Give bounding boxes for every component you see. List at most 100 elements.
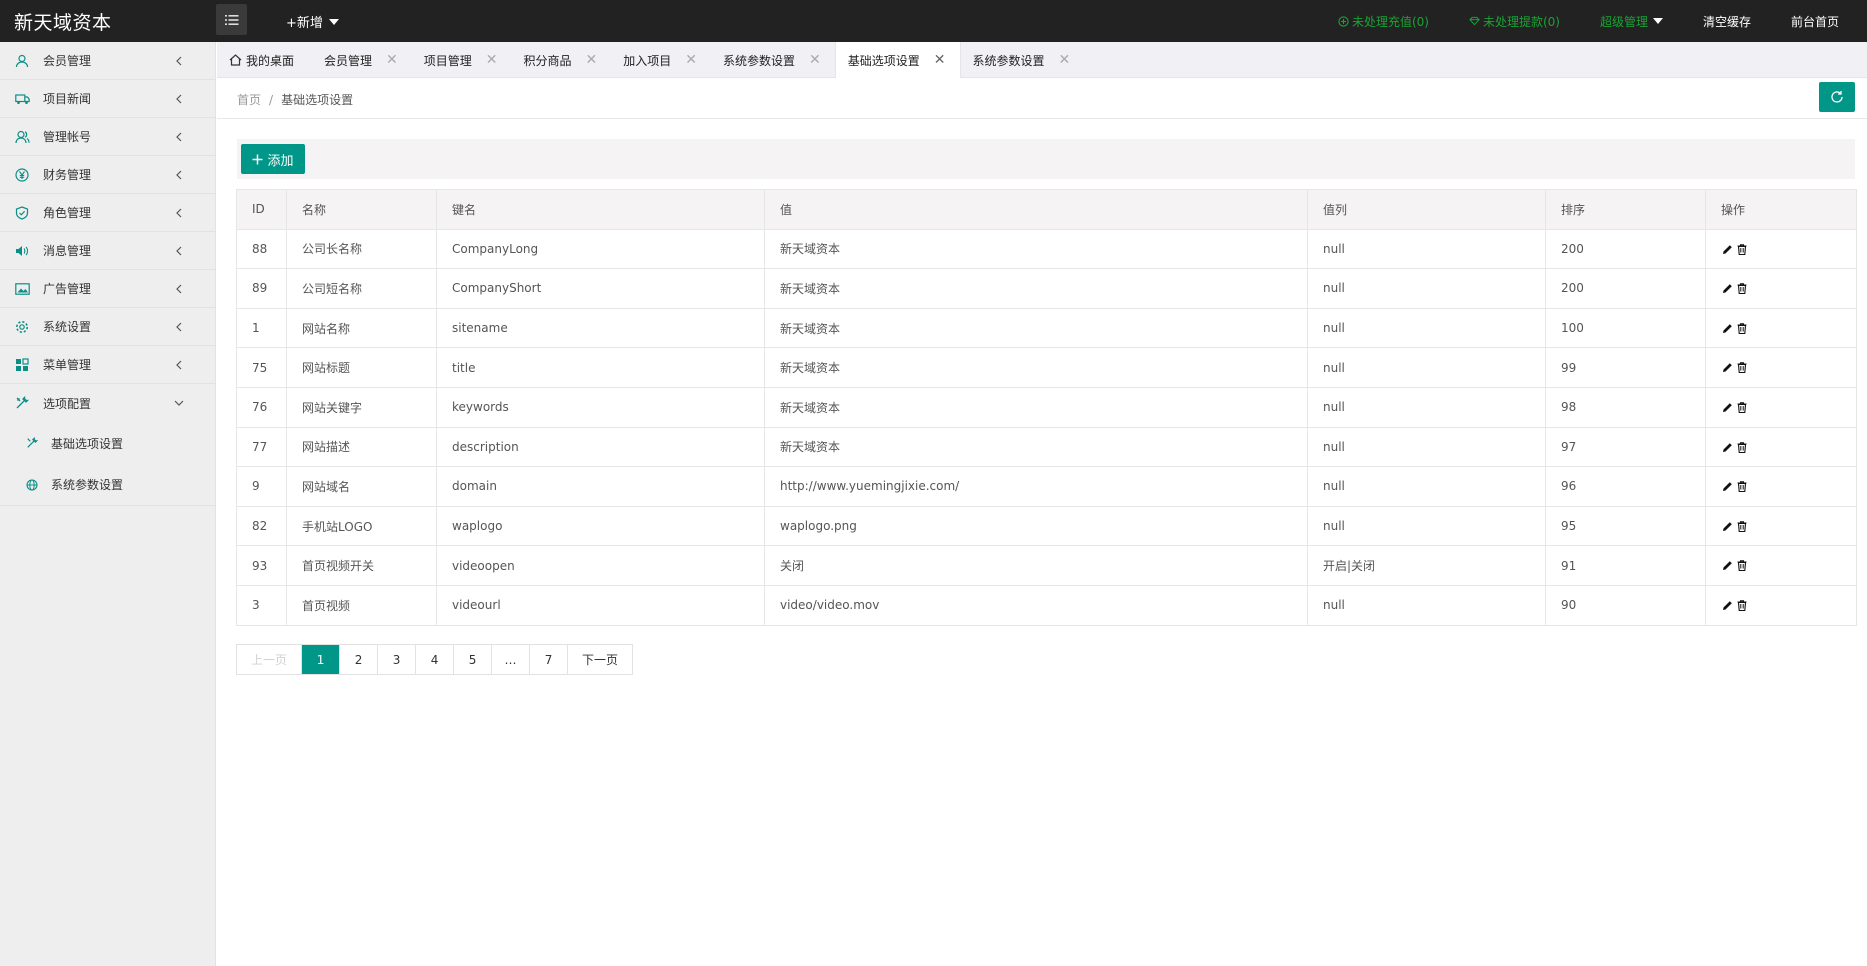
sidebar-item-menus[interactable]: 菜单管理 (0, 346, 215, 384)
cell-id: 75 (236, 347, 287, 388)
sidebar-item-options[interactable]: 选项配置 (0, 384, 215, 422)
cell-key: description (436, 426, 765, 468)
trash-icon[interactable] (1735, 242, 1749, 256)
tab-projects[interactable]: 项目管理 ✕ (412, 42, 512, 78)
trash-icon[interactable] (1735, 361, 1749, 375)
close-icon[interactable]: ✕ (586, 53, 598, 67)
tab-desktop[interactable]: 我的桌面 (217, 42, 312, 78)
tab-join-project[interactable]: 加入项目 ✕ (611, 42, 711, 78)
trash-icon[interactable] (1735, 401, 1749, 415)
page-button[interactable]: 1 (302, 645, 341, 674)
trash-icon[interactable] (1735, 559, 1749, 573)
pending-recharge-link[interactable]: 未处理充值(0) (1318, 13, 1449, 30)
edit-icon[interactable] (1720, 559, 1734, 573)
cell-value: 新天域资本 (764, 228, 1308, 270)
brand-logo[interactable]: 新天域资本 (14, 8, 112, 35)
close-icon[interactable]: ✕ (1059, 53, 1071, 67)
breadcrumb: 首页 / 基础选项设置 (237, 91, 353, 108)
cell-actions (1705, 307, 1857, 349)
page-button[interactable]: 2 (340, 645, 379, 674)
cell-actions (1705, 505, 1857, 547)
sidebar-item-messages[interactable]: 消息管理 (0, 232, 215, 270)
home-icon (229, 54, 242, 66)
cell-value-list: 开启|关闭 (1307, 545, 1546, 586)
cell-key: CompanyShort (436, 268, 765, 309)
pending-withdraw-link[interactable]: 未处理提款(0) (1449, 13, 1580, 30)
refresh-button[interactable] (1819, 82, 1855, 112)
close-icon[interactable]: ✕ (486, 53, 498, 67)
edit-icon[interactable] (1720, 242, 1734, 256)
close-icon[interactable]: ✕ (386, 53, 398, 67)
sidebar-item-label: 系统设置 (43, 320, 92, 334)
tab-system-params-2[interactable]: 系统参数设置 ✕ (961, 42, 1085, 78)
tools-icon (26, 437, 38, 449)
cell-name: 网站域名 (286, 466, 437, 507)
close-icon[interactable]: ✕ (934, 53, 946, 67)
trash-icon[interactable] (1735, 282, 1749, 296)
sidebar-item-members[interactable]: 会员管理 (0, 42, 215, 80)
tab-basic-options[interactable]: 基础选项设置 ✕ (834, 42, 961, 78)
trash-icon[interactable] (1735, 440, 1749, 454)
cell-name: 手机站LOGO (286, 505, 437, 547)
table-row: 82 手机站LOGO waplogo waplogo.png null 95 (236, 505, 1857, 547)
cell-value: 新天域资本 (764, 426, 1308, 468)
column-header: ID (236, 189, 287, 230)
page-button[interactable]: 3 (378, 645, 417, 674)
menu-toggle-button[interactable] (216, 4, 247, 35)
edit-icon[interactable] (1720, 282, 1734, 296)
edit-icon[interactable] (1720, 401, 1734, 415)
sidebar-item-label: 广告管理 (43, 282, 92, 296)
close-icon[interactable]: ✕ (685, 53, 697, 67)
clear-cache-link[interactable]: 清空缓存 (1683, 13, 1771, 30)
tools-icon (14, 395, 30, 411)
frontend-home-link[interactable]: 前台首页 (1771, 13, 1867, 30)
tab-bar: 我的桌面 会员管理 ✕ 项目管理 ✕ 积分商品 ✕ 加入项目 ✕ 系统参数设置 … (217, 42, 1867, 78)
page-button[interactable]: 5 (454, 645, 493, 674)
cell-value: 新天域资本 (764, 347, 1308, 388)
tab-label: 系统参数设置 (972, 53, 1045, 68)
edit-icon[interactable] (1720, 321, 1734, 335)
shield-check-icon (14, 205, 30, 221)
breadcrumb-home[interactable]: 首页 (237, 93, 261, 107)
edit-icon[interactable] (1720, 598, 1734, 612)
edit-icon[interactable] (1720, 361, 1734, 375)
cell-value-list: null (1307, 426, 1546, 468)
page-button[interactable]: 7 (530, 645, 569, 674)
page-button[interactable]: 4 (416, 645, 455, 674)
cell-sort: 200 (1545, 268, 1706, 309)
sidebar-item-system-settings[interactable]: 系统设置 (0, 308, 215, 346)
tab-system-params[interactable]: 系统参数设置 ✕ (711, 42, 835, 78)
close-icon[interactable]: ✕ (809, 53, 821, 67)
sidebar-subitem-system-params[interactable]: 系统参数设置 (0, 464, 215, 506)
edit-icon[interactable] (1720, 519, 1734, 533)
frontend-home-label: 前台首页 (1790, 14, 1839, 29)
cell-id: 9 (236, 466, 287, 507)
options-table: ID 名称 键名 值 值列 排序 操作 88 公司长名称 CompanyLong 新天… (236, 189, 1857, 626)
sidebar-item-news[interactable]: 项目新闻 (0, 80, 215, 118)
tab-points-goods[interactable]: 积分商品 ✕ (512, 42, 612, 78)
super-admin-menu[interactable]: 超级管理 (1580, 13, 1683, 30)
sidebar-item-finance[interactable]: 财务管理 (0, 156, 215, 194)
cell-id: 88 (236, 228, 287, 270)
sidebar-item-ads[interactable]: 广告管理 (0, 270, 215, 308)
cell-sort: 90 (1545, 584, 1706, 626)
trash-icon[interactable] (1735, 598, 1749, 612)
add-button[interactable]: 添加 (241, 144, 305, 174)
column-header: 操作 (1705, 189, 1857, 230)
sidebar-item-accounts[interactable]: 管理帐号 (0, 118, 215, 156)
trash-icon[interactable] (1735, 519, 1749, 533)
sidebar-item-label: 菜单管理 (43, 358, 92, 372)
prev-page-button[interactable]: 上一页 (237, 645, 303, 674)
trash-icon[interactable] (1735, 321, 1749, 335)
table-row: 77 网站描述 description 新天域资本 null 97 (236, 426, 1857, 468)
cell-actions (1705, 347, 1857, 388)
sidebar-item-roles[interactable]: 角色管理 (0, 194, 215, 232)
next-page-button[interactable]: 下一页 (568, 645, 632, 674)
cell-value-list: null (1307, 505, 1546, 547)
sidebar-subitem-basic-options[interactable]: 基础选项设置 (0, 422, 215, 464)
tab-members[interactable]: 会员管理 ✕ (312, 42, 412, 78)
edit-icon[interactable] (1720, 440, 1734, 454)
edit-icon[interactable] (1720, 480, 1734, 494)
add-new-menu[interactable]: +新增 (286, 12, 339, 31)
trash-icon[interactable] (1735, 480, 1749, 494)
